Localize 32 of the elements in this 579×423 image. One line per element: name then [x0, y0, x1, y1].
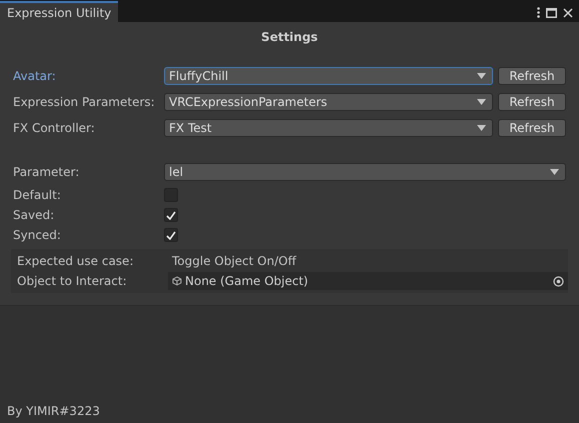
maximize-icon[interactable]	[546, 8, 557, 18]
settings-heading: Settings	[260, 30, 319, 46]
author-credit: By YIMIR#3223	[6, 404, 101, 420]
field-label: Saved:	[13, 208, 56, 222]
dropdown-caret-icon	[477, 99, 486, 105]
use-case-text: Toggle Object On/Off	[171, 254, 296, 268]
field-label: Avatar:	[13, 69, 57, 83]
field-label: FX Controller:	[13, 121, 96, 135]
more-options-icon[interactable]	[537, 7, 540, 18]
field-label: Expected use case:	[17, 254, 134, 268]
field-label: Expression Parameters:	[13, 95, 156, 109]
close-icon[interactable]	[563, 8, 573, 18]
field-label: Default:	[13, 188, 62, 202]
dropdown-field[interactable]: lel	[164, 163, 566, 181]
dropdown-field[interactable]: VRCExpressionParameters	[164, 93, 493, 111]
field-label: Parameter:	[13, 165, 80, 179]
dropdown-field[interactable]: FX Test	[164, 119, 493, 137]
object-picker-icon[interactable]	[553, 276, 564, 286]
dropdown-caret-icon	[477, 125, 486, 131]
refresh-button[interactable]: Refresh	[498, 119, 566, 137]
checkbox[interactable]	[164, 208, 178, 222]
dropdown-field[interactable]: FluffyChill	[164, 67, 493, 85]
cube-icon	[172, 276, 182, 286]
checkbox[interactable]	[164, 228, 178, 242]
window-tab[interactable]: Expression Utility	[0, 1, 118, 22]
refresh-button[interactable]: Refresh	[498, 67, 566, 85]
dropdown-caret-icon	[550, 169, 559, 175]
field-label: Object to Interact:	[17, 274, 128, 288]
dropdown-caret-icon	[477, 73, 486, 79]
refresh-button[interactable]: Refresh	[498, 93, 566, 111]
object-field[interactable]: None (Game Object)	[168, 272, 568, 290]
field-label: Synced:	[13, 228, 62, 242]
